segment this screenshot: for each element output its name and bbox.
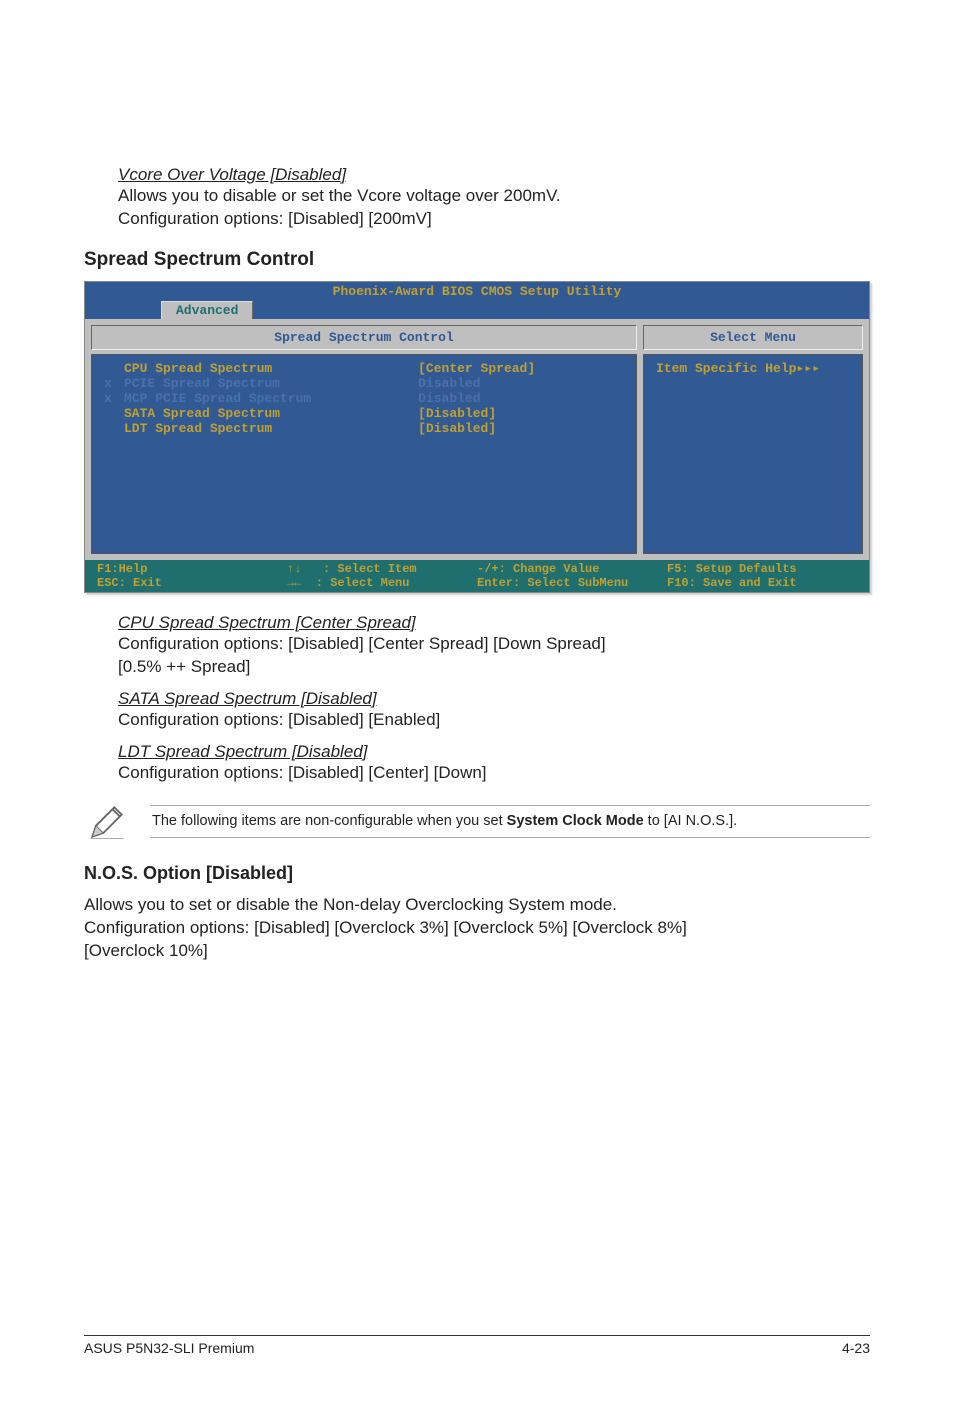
- row-label: PCIE Spread Spectrum: [124, 376, 418, 391]
- footer-right: 4-23: [842, 1340, 870, 1356]
- bios-footer: F1:Help ESC: Exit ↑↓ : Select Item →← : …: [85, 560, 869, 592]
- bios-window: Phoenix-Award BIOS CMOS Setup Utility Ad…: [84, 281, 870, 593]
- select-submenu: Enter: Select SubMenu: [477, 576, 628, 590]
- note-block: The following items are non-configurable…: [84, 799, 870, 845]
- sata-spread-line1: Configuration options: [Disabled] [Enabl…: [118, 709, 870, 732]
- bios-help-panel: Item Specific Help▸▸▸: [643, 354, 863, 554]
- bios-help-text: Item Specific Help▸▸▸: [656, 361, 820, 376]
- pencil-icon: [84, 799, 130, 845]
- setup-defaults: F5: Setup Defaults: [667, 562, 797, 576]
- row-value: [Disabled]: [418, 406, 624, 421]
- nos-line3: [Overclock 10%]: [84, 940, 870, 963]
- f1-help: F1:Help: [97, 562, 147, 576]
- row-value: [Center Spread]: [418, 361, 624, 376]
- footer-left: ASUS P5N32-SLI Premium: [84, 1340, 254, 1356]
- select-menu: →← : Select Menu: [287, 576, 409, 590]
- row-label: MCP PCIE Spread Spectrum: [124, 391, 418, 406]
- bios-settings-panel: CPU Spread Spectrum [Center Spread] x PC…: [91, 354, 637, 554]
- row-prefix: [104, 421, 124, 436]
- footer-col4: F5: Setup Defaults F10: Save and Exit: [667, 562, 857, 590]
- bios-row-mcp-pcie: x MCP PCIE Spread Spectrum Disabled: [92, 391, 636, 406]
- ldt-spread-title: LDT Spread Spectrum [Disabled]: [118, 742, 870, 762]
- nos-line2-b: [Overclock 5%] [Overclock 8%]: [453, 918, 686, 937]
- row-label: SATA Spread Spectrum: [124, 406, 418, 421]
- ldt-text-b: [Down]: [434, 763, 487, 782]
- note-bold: System Clock Mode: [507, 813, 644, 829]
- bios-row-pcie: x PCIE Spread Spectrum Disabled: [92, 376, 636, 391]
- bios-title: Phoenix-Award BIOS CMOS Setup Utility: [85, 282, 869, 301]
- bios-tabbar: Advanced: [85, 301, 869, 319]
- sata-spread-title: SATA Spread Spectrum [Disabled]: [118, 689, 870, 709]
- select-item: ↑↓ : Select Item: [287, 562, 417, 576]
- row-prefix: x: [104, 391, 124, 406]
- row-value: Disabled: [418, 391, 624, 406]
- bios-body-row: CPU Spread Spectrum [Center Spread] x PC…: [91, 354, 863, 554]
- esc-exit: ESC: Exit: [97, 576, 162, 590]
- vcore-line2: Configuration options: [Disabled] [200mV…: [118, 208, 870, 231]
- vcore-line1: Allows you to disable or set the Vcore v…: [118, 185, 870, 208]
- note-text: The following items are non-configurable…: [150, 805, 870, 839]
- footer-col3: -/+: Change Value Enter: Select SubMenu: [477, 562, 667, 590]
- bios-header-row: Spread Spectrum Control Select Menu: [91, 325, 863, 350]
- row-value: [Disabled]: [418, 421, 624, 436]
- row-prefix: x: [104, 376, 124, 391]
- bios-tab-advanced[interactable]: Advanced: [161, 301, 253, 319]
- cpu-spread-line2: [0.5% ++ Spread]: [118, 656, 870, 679]
- nos-line2: Configuration options: [Disabled] [Overc…: [84, 917, 870, 940]
- sata-spread-section: SATA Spread Spectrum [Disabled] Configur…: [118, 689, 870, 732]
- bios-row-cpu[interactable]: CPU Spread Spectrum [Center Spread]: [92, 361, 636, 376]
- bios-mid: Spread Spectrum Control Select Menu CPU …: [85, 319, 869, 560]
- cpu-spread-line1: Configuration options: [Disabled] [Cente…: [118, 633, 870, 656]
- row-value: Disabled: [418, 376, 624, 391]
- page-content: Vcore Over Voltage [Disabled] Allows you…: [0, 0, 954, 962]
- bios-row-sata[interactable]: SATA Spread Spectrum [Disabled]: [92, 406, 636, 421]
- bios-panel-title: Spread Spectrum Control: [91, 325, 637, 350]
- row-prefix: [104, 361, 124, 376]
- bios-row-ldt[interactable]: LDT Spread Spectrum [Disabled]: [92, 421, 636, 436]
- change-value: -/+: Change Value: [477, 562, 599, 576]
- row-label: CPU Spread Spectrum: [124, 361, 418, 376]
- cpu-spread-section: CPU Spread Spectrum [Center Spread] Conf…: [118, 613, 870, 679]
- save-exit: F10: Save and Exit: [667, 576, 797, 590]
- note-a: The following items are non-configurable…: [152, 813, 507, 829]
- row-label: LDT Spread Spectrum: [124, 421, 418, 436]
- ldt-spread-section: LDT Spread Spectrum [Disabled] Configura…: [118, 742, 870, 785]
- ldt-spread-line1: Configuration options: [Disabled] [Cente…: [118, 762, 870, 785]
- page-footer: ASUS P5N32-SLI Premium 4-23: [84, 1335, 870, 1356]
- vcore-title: Vcore Over Voltage [Disabled]: [118, 165, 870, 185]
- row-prefix: [104, 406, 124, 421]
- footer-col1: F1:Help ESC: Exit: [97, 562, 287, 590]
- bios-help-title: Select Menu: [643, 325, 863, 350]
- nos-line2-a: Configuration options: [Disabled] [Overc…: [84, 918, 453, 937]
- footer-col2: ↑↓ : Select Item →← : Select Menu: [287, 562, 477, 590]
- ldt-text-a: Configuration options: [Disabled] [Cente…: [118, 763, 434, 782]
- nos-heading: N.O.S. Option [Disabled]: [84, 863, 870, 884]
- cpu-spread-title: CPU Spread Spectrum [Center Spread]: [118, 613, 870, 633]
- nos-line1: Allows you to set or disable the Non-del…: [84, 894, 870, 917]
- note-b: to [AI N.O.S.].: [644, 813, 737, 829]
- spread-heading: Spread Spectrum Control: [84, 249, 870, 271]
- vcore-section: Vcore Over Voltage [Disabled] Allows you…: [118, 165, 870, 231]
